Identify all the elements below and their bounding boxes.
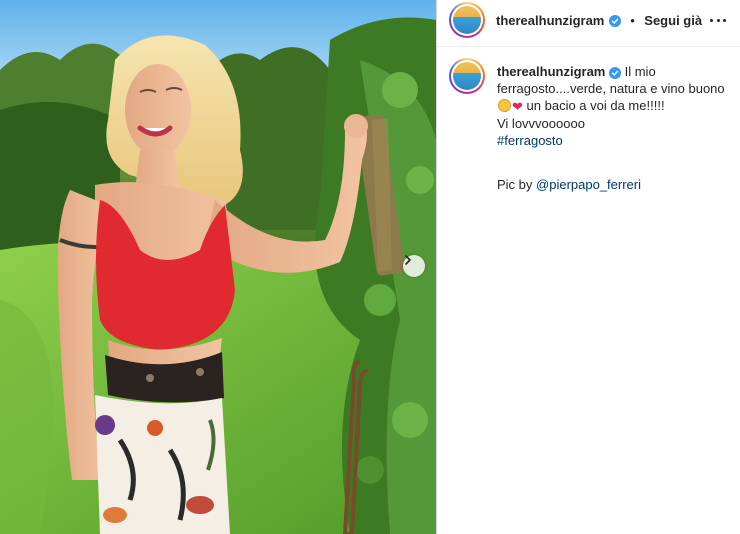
mention-link[interactable]: @pierpapo_ferreri (536, 177, 641, 192)
header-separator: • (630, 13, 635, 28)
next-photo-button[interactable] (403, 255, 425, 277)
avatar-image (453, 6, 481, 34)
caption-username[interactable]: therealhunzigram (497, 64, 605, 79)
photo-credit: Pic by @pierpapo_ferreri (497, 176, 727, 193)
post-caption: therealhunzigram Il mio ferragosto....ve… (497, 63, 727, 193)
post-header: therealhunzigram • Segui già (496, 12, 702, 30)
post-photo (0, 0, 436, 534)
header-divider (437, 46, 740, 47)
avatar-image (453, 62, 481, 90)
red-heart-emoji-icon: ❤ (512, 99, 523, 114)
caption-line-2: un bacio a voi da me!!!!! (526, 98, 665, 113)
verified-badge-icon (608, 14, 621, 27)
follow-button[interactable]: Segui già (644, 13, 702, 28)
chevron-right-icon (405, 255, 411, 265)
credit-prefix: Pic by (497, 177, 533, 192)
grinning-face-emoji-icon (498, 99, 511, 112)
caption-avatar[interactable] (449, 58, 485, 94)
hashtag-link[interactable]: #ferragosto (497, 133, 563, 148)
post-sidebar: therealhunzigram • Segui già therealhunz… (437, 0, 740, 534)
verified-badge-icon (608, 66, 621, 79)
header-avatar[interactable] (449, 2, 485, 38)
caption-line-3: Vi lovvvoooooo (497, 116, 585, 131)
header-username[interactable]: therealhunzigram (496, 13, 604, 28)
more-options-icon[interactable] (710, 12, 726, 28)
photo-illustration (0, 0, 436, 534)
